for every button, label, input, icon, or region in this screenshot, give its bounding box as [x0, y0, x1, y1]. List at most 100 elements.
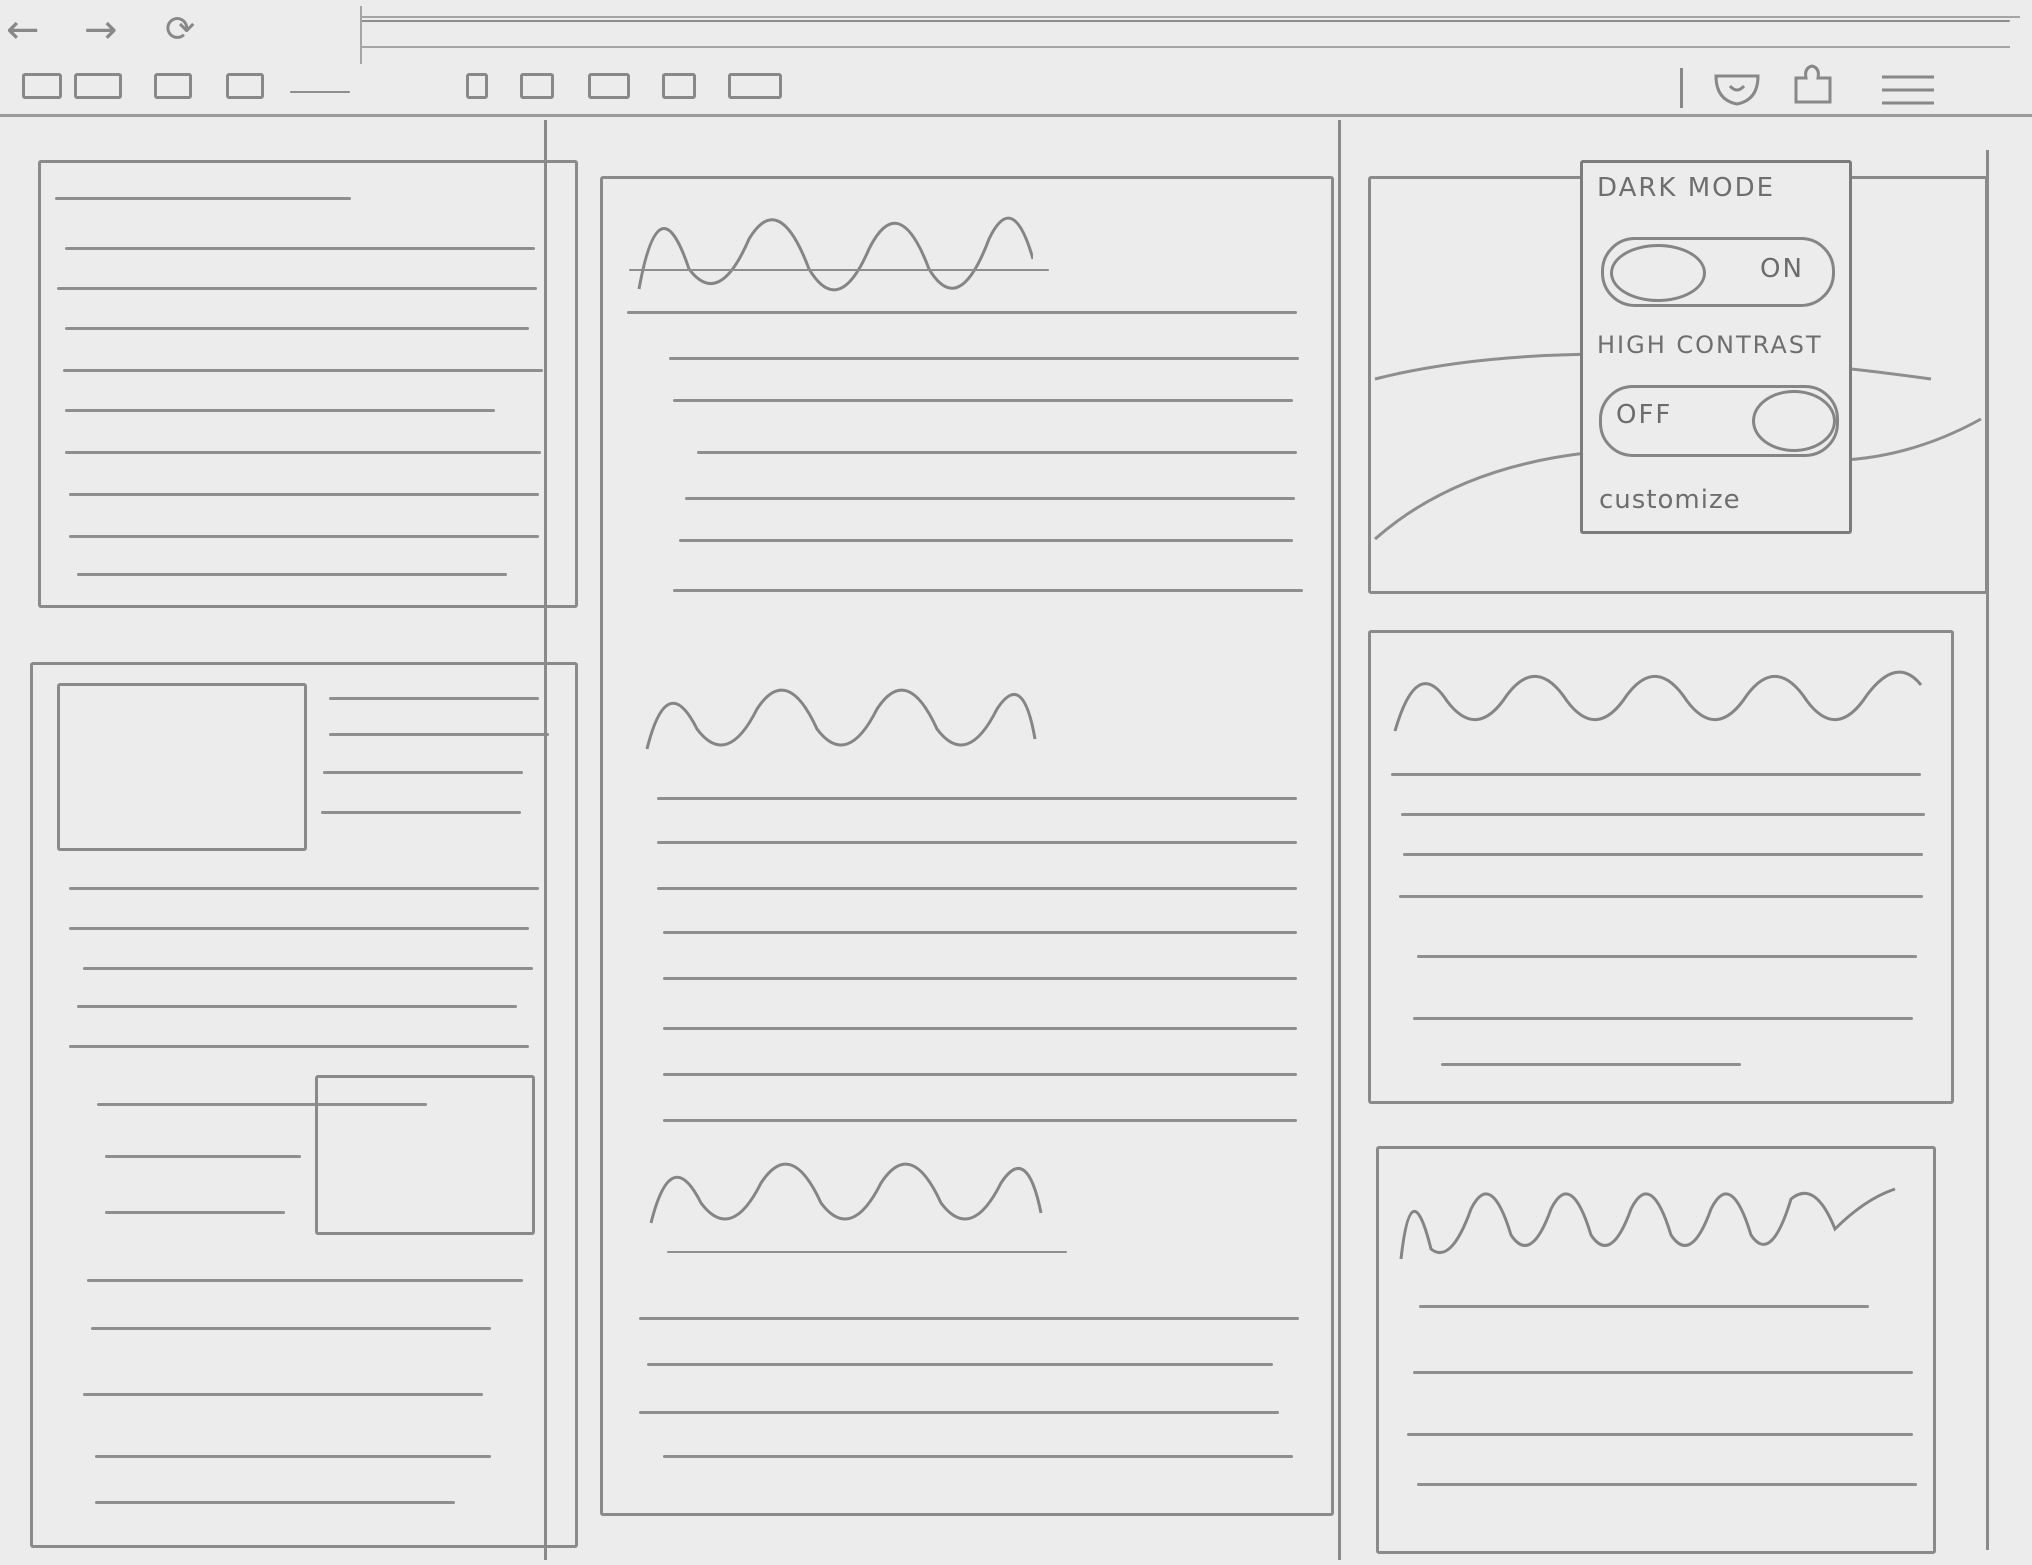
image-placeholder — [57, 683, 307, 851]
text-line — [65, 327, 529, 330]
text-line — [657, 797, 1297, 800]
text-line — [1413, 1017, 1913, 1020]
left-article-card[interactable] — [38, 160, 578, 608]
text-line — [87, 1279, 523, 1282]
text-line — [673, 399, 1293, 402]
text-line — [329, 733, 549, 736]
shield-icon[interactable] — [1712, 70, 1762, 106]
back-arrow-icon[interactable]: ← — [6, 10, 40, 50]
bookmark-5[interactable] — [728, 73, 782, 99]
dark-mode-state: ON — [1760, 254, 1804, 284]
text-line — [1419, 1305, 1869, 1308]
text-line — [69, 1045, 529, 1048]
tab-2[interactable] — [74, 73, 122, 99]
right-article-card[interactable] — [1368, 630, 1954, 1104]
text-line — [69, 887, 539, 890]
text-line — [57, 287, 537, 290]
text-line — [55, 197, 351, 200]
settings-dropdown: DARK MODE ON HIGH CONTRAST OFF customize — [1580, 160, 1852, 534]
heading-squiggle — [1399, 1187, 1896, 1260]
text-line — [663, 1073, 1297, 1076]
text-line — [1403, 853, 1923, 856]
text-line — [1399, 895, 1923, 898]
bookmark-4[interactable] — [662, 73, 696, 99]
tab-3[interactable] — [154, 73, 192, 99]
text-line — [673, 589, 1303, 592]
toolbar-bottom-border — [0, 114, 2032, 117]
text-line — [639, 1411, 1279, 1414]
address-bar-bottom — [360, 46, 2010, 48]
text-line — [639, 1317, 1299, 1320]
dark-mode-knob[interactable] — [1610, 244, 1706, 302]
column-divider-right — [1338, 120, 1341, 1560]
text-line — [1413, 1371, 1913, 1374]
image-placeholder — [315, 1075, 535, 1235]
dark-mode-toggle[interactable]: ON — [1601, 237, 1835, 307]
address-bar-top — [360, 16, 2020, 18]
reload-icon[interactable]: ⟳ — [165, 10, 195, 50]
text-line — [1401, 813, 1925, 816]
text-line — [647, 1363, 1273, 1366]
text-line — [697, 451, 1297, 454]
text-line — [1407, 1433, 1913, 1436]
text-line — [323, 771, 523, 774]
bookmark-2[interactable] — [520, 73, 554, 99]
heading-squiggle — [649, 1162, 1043, 1224]
text-line — [663, 931, 1297, 934]
heading-squiggle — [645, 688, 1037, 750]
text-line — [329, 697, 539, 700]
toolbar-divider — [1680, 68, 1686, 108]
text-line — [95, 1455, 491, 1458]
high-contrast-toggle[interactable]: OFF — [1599, 385, 1839, 457]
text-line — [321, 811, 521, 814]
left-media-card[interactable] — [30, 662, 578, 1548]
address-bar-left-edge — [360, 6, 365, 64]
text-line — [69, 493, 539, 496]
text-line — [667, 1251, 1067, 1253]
text-line — [1441, 1063, 1741, 1066]
text-line — [663, 977, 1297, 980]
forward-arrow-icon[interactable]: → — [84, 10, 118, 50]
high-contrast-knob[interactable] — [1752, 390, 1836, 452]
text-line — [83, 967, 533, 970]
text-line — [1417, 1483, 1917, 1486]
text-line — [663, 1027, 1297, 1030]
dark-mode-label: DARK MODE — [1597, 173, 1776, 203]
text-line — [95, 1501, 455, 1504]
customize-link[interactable]: customize — [1599, 485, 1741, 515]
bookmark-3[interactable] — [588, 73, 630, 99]
text-line — [69, 535, 539, 538]
text-line — [1391, 773, 1921, 776]
text-line — [669, 357, 1299, 360]
puzzle-icon[interactable] — [1790, 62, 1840, 106]
column-divider-left — [544, 120, 547, 1560]
tab-4[interactable] — [226, 73, 264, 99]
text-line — [657, 887, 1297, 890]
text-line — [105, 1155, 301, 1158]
text-line — [679, 539, 1293, 542]
right-bottom-card[interactable] — [1376, 1146, 1936, 1554]
tab-1[interactable] — [22, 73, 62, 99]
text-line — [629, 269, 1049, 271]
address-bar[interactable] — [360, 20, 2010, 22]
text-line — [663, 1455, 1293, 1458]
text-line — [63, 369, 543, 372]
text-line — [77, 573, 507, 576]
tab-row-divider — [290, 91, 350, 93]
center-feed-card[interactable] — [600, 176, 1334, 1516]
high-contrast-state: OFF — [1616, 400, 1673, 430]
text-line — [83, 1393, 483, 1396]
text-line — [69, 927, 529, 930]
heading-squiggle — [637, 216, 1033, 292]
bookmark-1[interactable] — [466, 73, 488, 99]
text-line — [627, 311, 1297, 314]
text-line — [77, 1005, 517, 1008]
heading-squiggle — [1393, 670, 1923, 732]
text-line — [663, 1119, 1297, 1122]
hamburger-menu-icon[interactable] — [1878, 72, 1938, 108]
high-contrast-label: HIGH CONTRAST — [1597, 331, 1823, 359]
text-line — [65, 247, 535, 250]
text-line — [657, 841, 1297, 844]
text-line — [91, 1327, 491, 1330]
text-line — [65, 409, 495, 412]
